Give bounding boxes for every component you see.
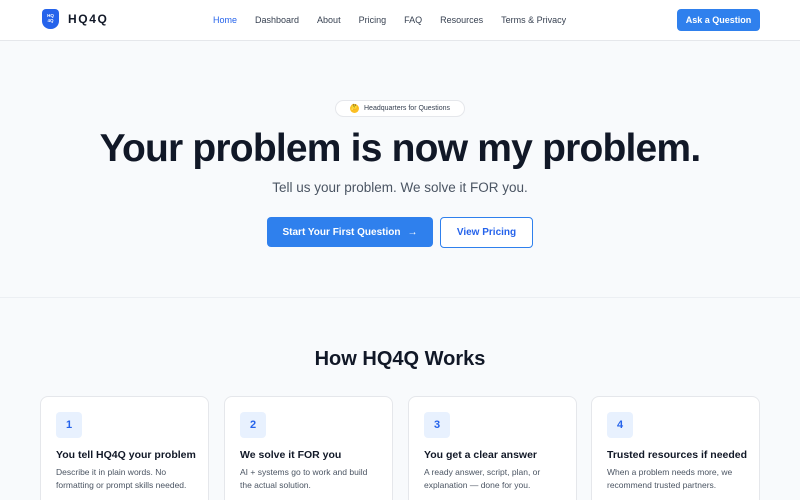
step-title: You get a clear answer <box>424 449 538 461</box>
nav-dashboard[interactable]: Dashboard <box>255 14 299 26</box>
step-description: AI + systems go to work and build the ac… <box>240 467 368 490</box>
step-card: 3 You get a clear answer A ready answer,… <box>408 396 577 500</box>
logo-text: HQ4Q <box>68 12 109 26</box>
step-description: A ready answer, script, plan, or explana… <box>424 467 541 490</box>
arrow-right-icon: → <box>407 226 418 238</box>
logo[interactable]: HQ 4Q HQ4Q <box>42 9 108 29</box>
nav-home[interactable]: Home <box>213 14 237 26</box>
hero-headline: Your problem is now my problem. <box>99 127 702 170</box>
thinking-face-icon: 🤔 <box>350 104 359 113</box>
tagline-text: Headquarters for Questions <box>364 105 450 112</box>
step-number: 3 <box>424 412 450 438</box>
step-description: Describe it in plain words. No formattin… <box>56 467 187 490</box>
step-card: 4 Trusted resources if needed When a pro… <box>591 396 760 500</box>
how-it-works-title: How HQ4Q Works <box>314 348 486 370</box>
step-number: 4 <box>607 412 633 438</box>
logo-shield-icon: HQ 4Q <box>42 9 59 29</box>
step-number: 1 <box>56 412 82 438</box>
nav-about[interactable]: About <box>317 14 341 26</box>
step-number: 2 <box>240 412 266 438</box>
tagline-pill: 🤔 Headquarters for Questions <box>335 100 465 117</box>
nav-resources[interactable]: Resources <box>440 14 483 26</box>
step-title: We solve it FOR you <box>240 449 342 461</box>
step-card: 1 You tell HQ4Q your problem Describe it… <box>40 396 209 500</box>
step-card: 2 We solve it FOR you AI + systems go to… <box>224 396 393 500</box>
step-title: Trusted resources if needed <box>607 449 748 461</box>
start-first-question-button[interactable]: Start Your First Question → <box>267 217 433 247</box>
nav-terms-privacy[interactable]: Terms & Privacy <box>501 14 566 26</box>
view-pricing-button[interactable]: View Pricing <box>440 217 533 248</box>
start-button-label: Start Your First Question <box>282 226 401 238</box>
ask-question-button[interactable]: Ask a Question <box>677 9 760 31</box>
hero-subline: Tell us your problem. We solve it FOR yo… <box>272 180 528 195</box>
step-title: You tell HQ4Q your problem <box>56 449 196 461</box>
step-description: When a problem needs more, we recommend … <box>607 467 733 490</box>
nav-pricing[interactable]: Pricing <box>359 14 387 26</box>
hero-section: 🤔 Headquarters for Questions Your proble… <box>0 41 800 298</box>
nav-faq[interactable]: FAQ <box>404 14 422 26</box>
site-header: HQ 4Q HQ4Q Home Dashboard About Pricing F… <box>0 0 800 41</box>
main-nav: Home Dashboard About Pricing FAQ Resourc… <box>213 14 584 26</box>
